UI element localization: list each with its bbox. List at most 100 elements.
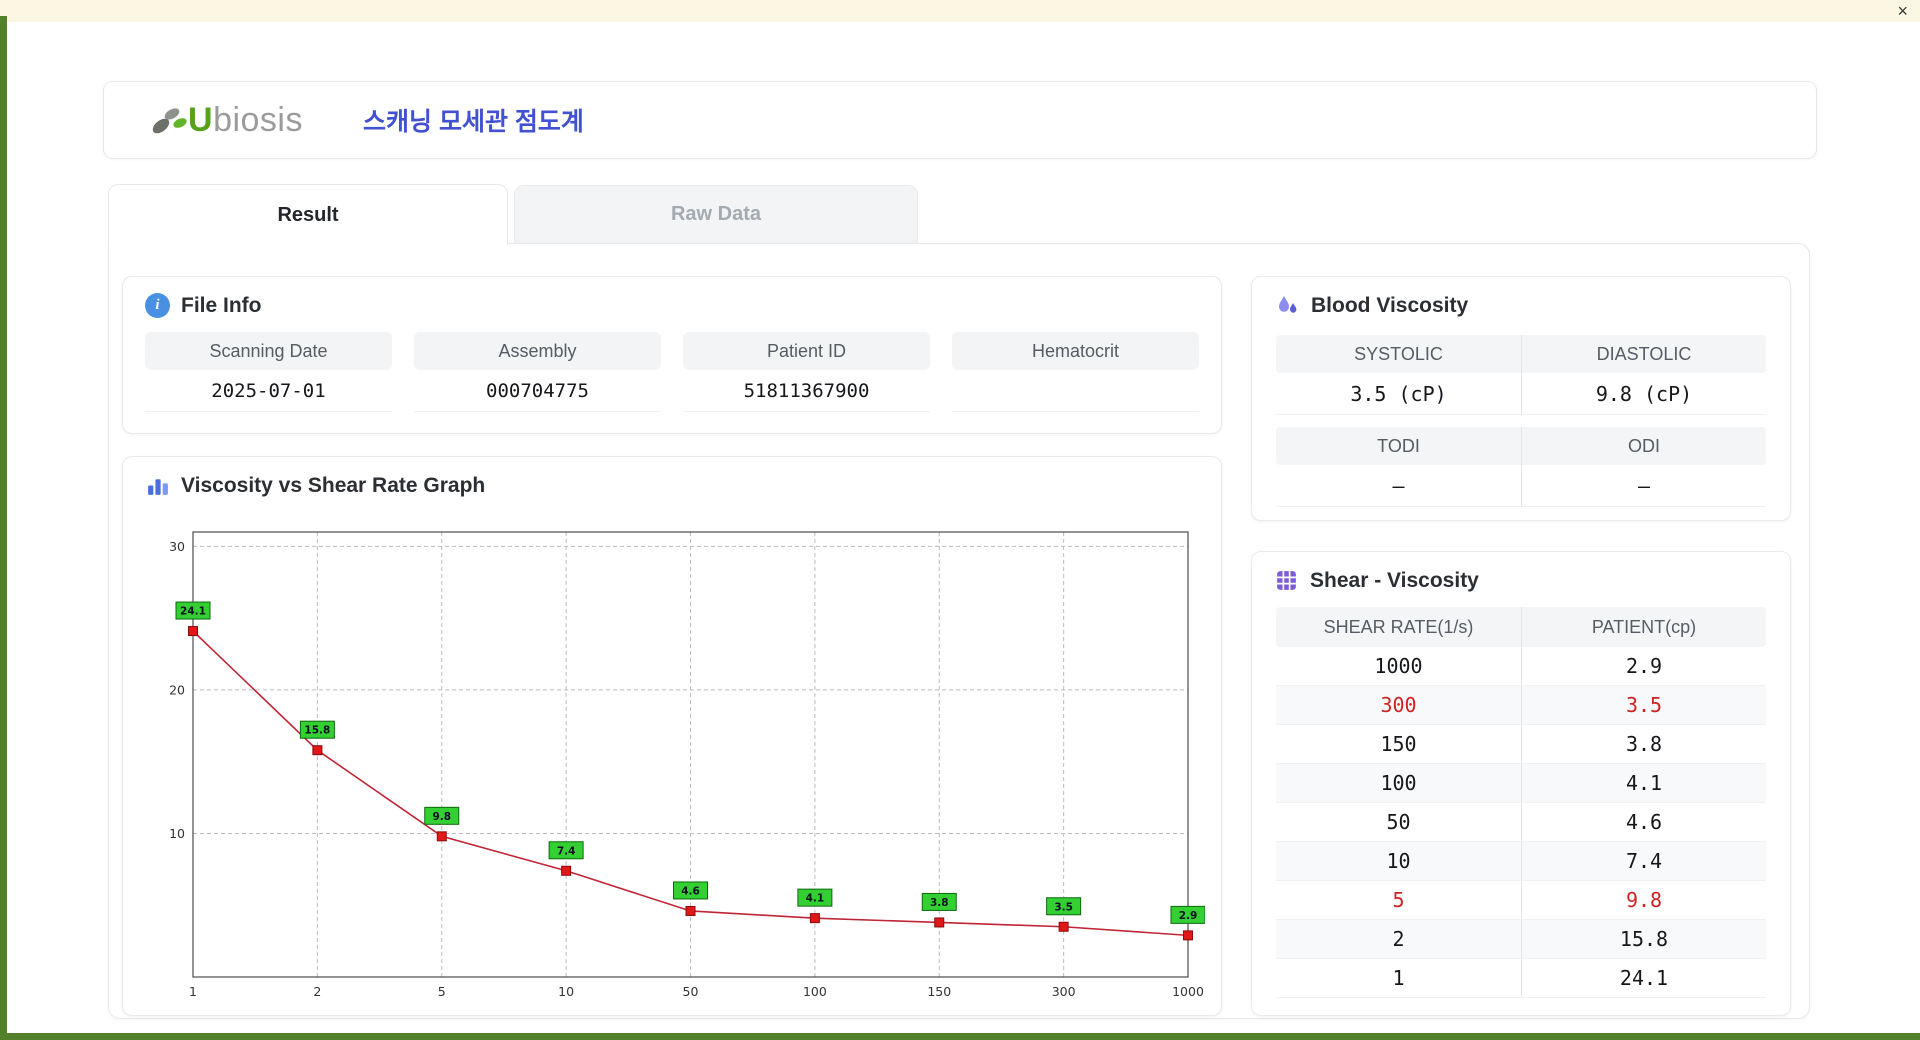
svg-text:150: 150 [927, 984, 951, 999]
app-header: Ubiosis 스캐닝 모세관 점도계 [103, 81, 1817, 159]
svg-text:4.6: 4.6 [681, 885, 700, 897]
logo-text: Ubiosis [188, 100, 303, 139]
graph-header: Viscosity vs Shear Rate Graph [123, 457, 1221, 498]
shear-table-header: SHEAR RATE(1/s) PATIENT(cp) [1276, 607, 1766, 647]
window-edge-bottom [0, 1033, 1920, 1040]
shear-rate-cell: 5 [1392, 888, 1405, 912]
shear-rate-column-header: SHEAR RATE(1/s) [1323, 617, 1474, 637]
svg-text:5: 5 [438, 984, 446, 999]
file-info-field: Scanning Date 2025-07-01 [145, 332, 392, 412]
svg-text:10: 10 [169, 826, 185, 841]
svg-text:15.8: 15.8 [304, 725, 330, 737]
water-drop-icon [1279, 296, 1297, 313]
shear-table-row: 1000 2.9 [1276, 647, 1766, 686]
bv-value-cell: 3.5 (cP) [1276, 373, 1521, 415]
leaf-icon [152, 108, 187, 134]
tab-result[interactable]: Result [108, 184, 508, 245]
patient-viscosity-cell: 7.4 [1521, 842, 1766, 880]
file-info-header: i File Info [123, 277, 1221, 318]
bv-header-cell: SYSTOLIC [1354, 344, 1443, 364]
field-value: 000704775 [414, 370, 661, 412]
patient-viscosity-cell: 9.8 [1521, 881, 1766, 919]
shear-rate-cell: 300 [1380, 693, 1417, 717]
window-edge-left [0, 16, 7, 1040]
bv-value-row: 3.5 (cP) 9.8 (cP) [1276, 373, 1766, 415]
viscosity-chart-svg: 1 2 5 10 50 100 150 300 1000 10 20 30 24.1 15.8 9.8 7.4… [169, 531, 1206, 999]
patient-viscosity-cell: 4.1 [1521, 764, 1766, 802]
shear-rate-cell: 100 [1380, 771, 1417, 795]
window-titlebar: × [0, 0, 1920, 22]
shear-rate-cell: 1 [1392, 966, 1405, 990]
svg-text:2.9: 2.9 [1179, 910, 1198, 922]
svg-text:3.5: 3.5 [1054, 901, 1073, 913]
field-value [952, 370, 1199, 412]
app-window: × Ubiosis 스캐닝 모세관 점도계 Result Raw Data i … [0, 0, 1920, 1040]
shear-viscosity-header: Shear - Viscosity [1252, 552, 1790, 593]
shear-viscosity-title: Shear - Viscosity [1310, 568, 1479, 592]
shear-rate-cell: 50 [1386, 810, 1411, 834]
shear-table-row: 10 7.4 [1276, 842, 1766, 881]
blood-viscosity-card: Blood Viscosity SYSTOLIC DIASTOLIC 3.5 (cP… [1251, 276, 1791, 521]
patient-viscosity-cell: 3.8 [1521, 725, 1766, 763]
shear-viscosity-card: Shear - Viscosity SHEAR RATE(1/s) PATIEN… [1251, 551, 1791, 1016]
shear-table-body: 1000 2.9 300 3.5 150 3.8 100 4.1 50 4.6 10 7.4 5 9.8 2… [1276, 647, 1766, 998]
svg-text:9.8: 9.8 [432, 811, 451, 823]
svg-text:1: 1 [189, 984, 197, 999]
shear-table-row: 5 9.8 [1276, 881, 1766, 920]
field-value: 51811367900 [683, 370, 930, 412]
file-info-fields: Scanning Date 2025-07-01 Assembly 000704775… [123, 318, 1221, 412]
svg-text:20: 20 [169, 682, 185, 697]
svg-text:50: 50 [683, 984, 699, 999]
close-icon[interactable]: × [1897, 0, 1908, 22]
file-info-field: Assembly 000704775 [414, 332, 661, 412]
shear-table-row: 100 4.1 [1276, 764, 1766, 803]
bv-value-cell: – [1521, 465, 1766, 507]
patient-viscosity-cell: 24.1 [1521, 959, 1766, 997]
graph-card: Viscosity vs Shear Rate Graph 1 2 5 10 50 100… [122, 456, 1222, 1016]
tab-raw-data[interactable]: Raw Data [514, 185, 918, 243]
file-info-title: File Info [181, 293, 262, 317]
field-label: Scanning Date [145, 332, 392, 370]
shear-table: SHEAR RATE(1/s) PATIENT(cp) 1000 2.9 300 3.… [1252, 593, 1790, 998]
svg-text:300: 300 [1052, 984, 1076, 999]
field-label: Hematocrit [952, 332, 1199, 370]
patient-viscosity-cell: 3.5 [1521, 686, 1766, 724]
viscosity-chart: 1 2 5 10 50 100 150 300 1000 10 20 30 24.1 15.8 9.8 7.4… [145, 519, 1206, 1011]
bv-header-row: TODI ODI [1276, 427, 1766, 465]
graph-title: Viscosity vs Shear Rate Graph [181, 473, 486, 497]
patient-viscosity-cell: 2.9 [1521, 647, 1766, 685]
blood-viscosity-header: Blood Viscosity [1252, 277, 1790, 319]
page-title: 스캐닝 모세관 점도계 [363, 108, 584, 136]
file-info-field: Hematocrit [952, 332, 1199, 412]
bv-header-cell: TODI [1377, 436, 1420, 456]
bv-header-cell: ODI [1521, 427, 1766, 465]
svg-text:10: 10 [558, 984, 574, 999]
bv-value-cell: 9.8 (cP) [1521, 373, 1766, 415]
svg-text:4.1: 4.1 [806, 893, 825, 905]
file-info-field: Patient ID 51811367900 [683, 332, 930, 412]
shear-rate-cell: 1000 [1374, 654, 1423, 678]
bv-value-cell: – [1276, 465, 1521, 507]
data-grid-icon [1277, 571, 1296, 590]
shear-rate-cell: 10 [1386, 849, 1411, 873]
shear-table-row: 300 3.5 [1276, 686, 1766, 725]
bv-value-row: – – [1276, 465, 1766, 507]
blood-viscosity-table: SYSTOLIC DIASTOLIC 3.5 (cP) 9.8 (cP) TODI ODI… [1252, 319, 1790, 507]
file-info-card: i File Info Scanning Date 2025-07-01 Assem… [122, 276, 1222, 434]
blood-viscosity-title: Blood Viscosity [1311, 294, 1469, 317]
svg-text:2: 2 [313, 984, 321, 999]
svg-text:24.1: 24.1 [180, 606, 206, 618]
bv-header-cell: DIASTOLIC [1521, 335, 1766, 373]
shear-table-row: 2 15.8 [1276, 920, 1766, 959]
shear-table-row: 50 4.6 [1276, 803, 1766, 842]
field-value: 2025-07-01 [145, 370, 392, 412]
patient-viscosity-cell: 4.6 [1521, 803, 1766, 841]
svg-text:30: 30 [169, 539, 185, 554]
svg-text:3.8: 3.8 [930, 897, 949, 909]
shear-table-row: 150 3.8 [1276, 725, 1766, 764]
bv-header-row: SYSTOLIC DIASTOLIC [1276, 335, 1766, 373]
shear-rate-cell: 150 [1380, 732, 1417, 756]
ubiosis-logo: Ubiosis [148, 101, 303, 140]
svg-text:100: 100 [803, 984, 827, 999]
patient-viscosity-cell: 15.8 [1521, 920, 1766, 958]
